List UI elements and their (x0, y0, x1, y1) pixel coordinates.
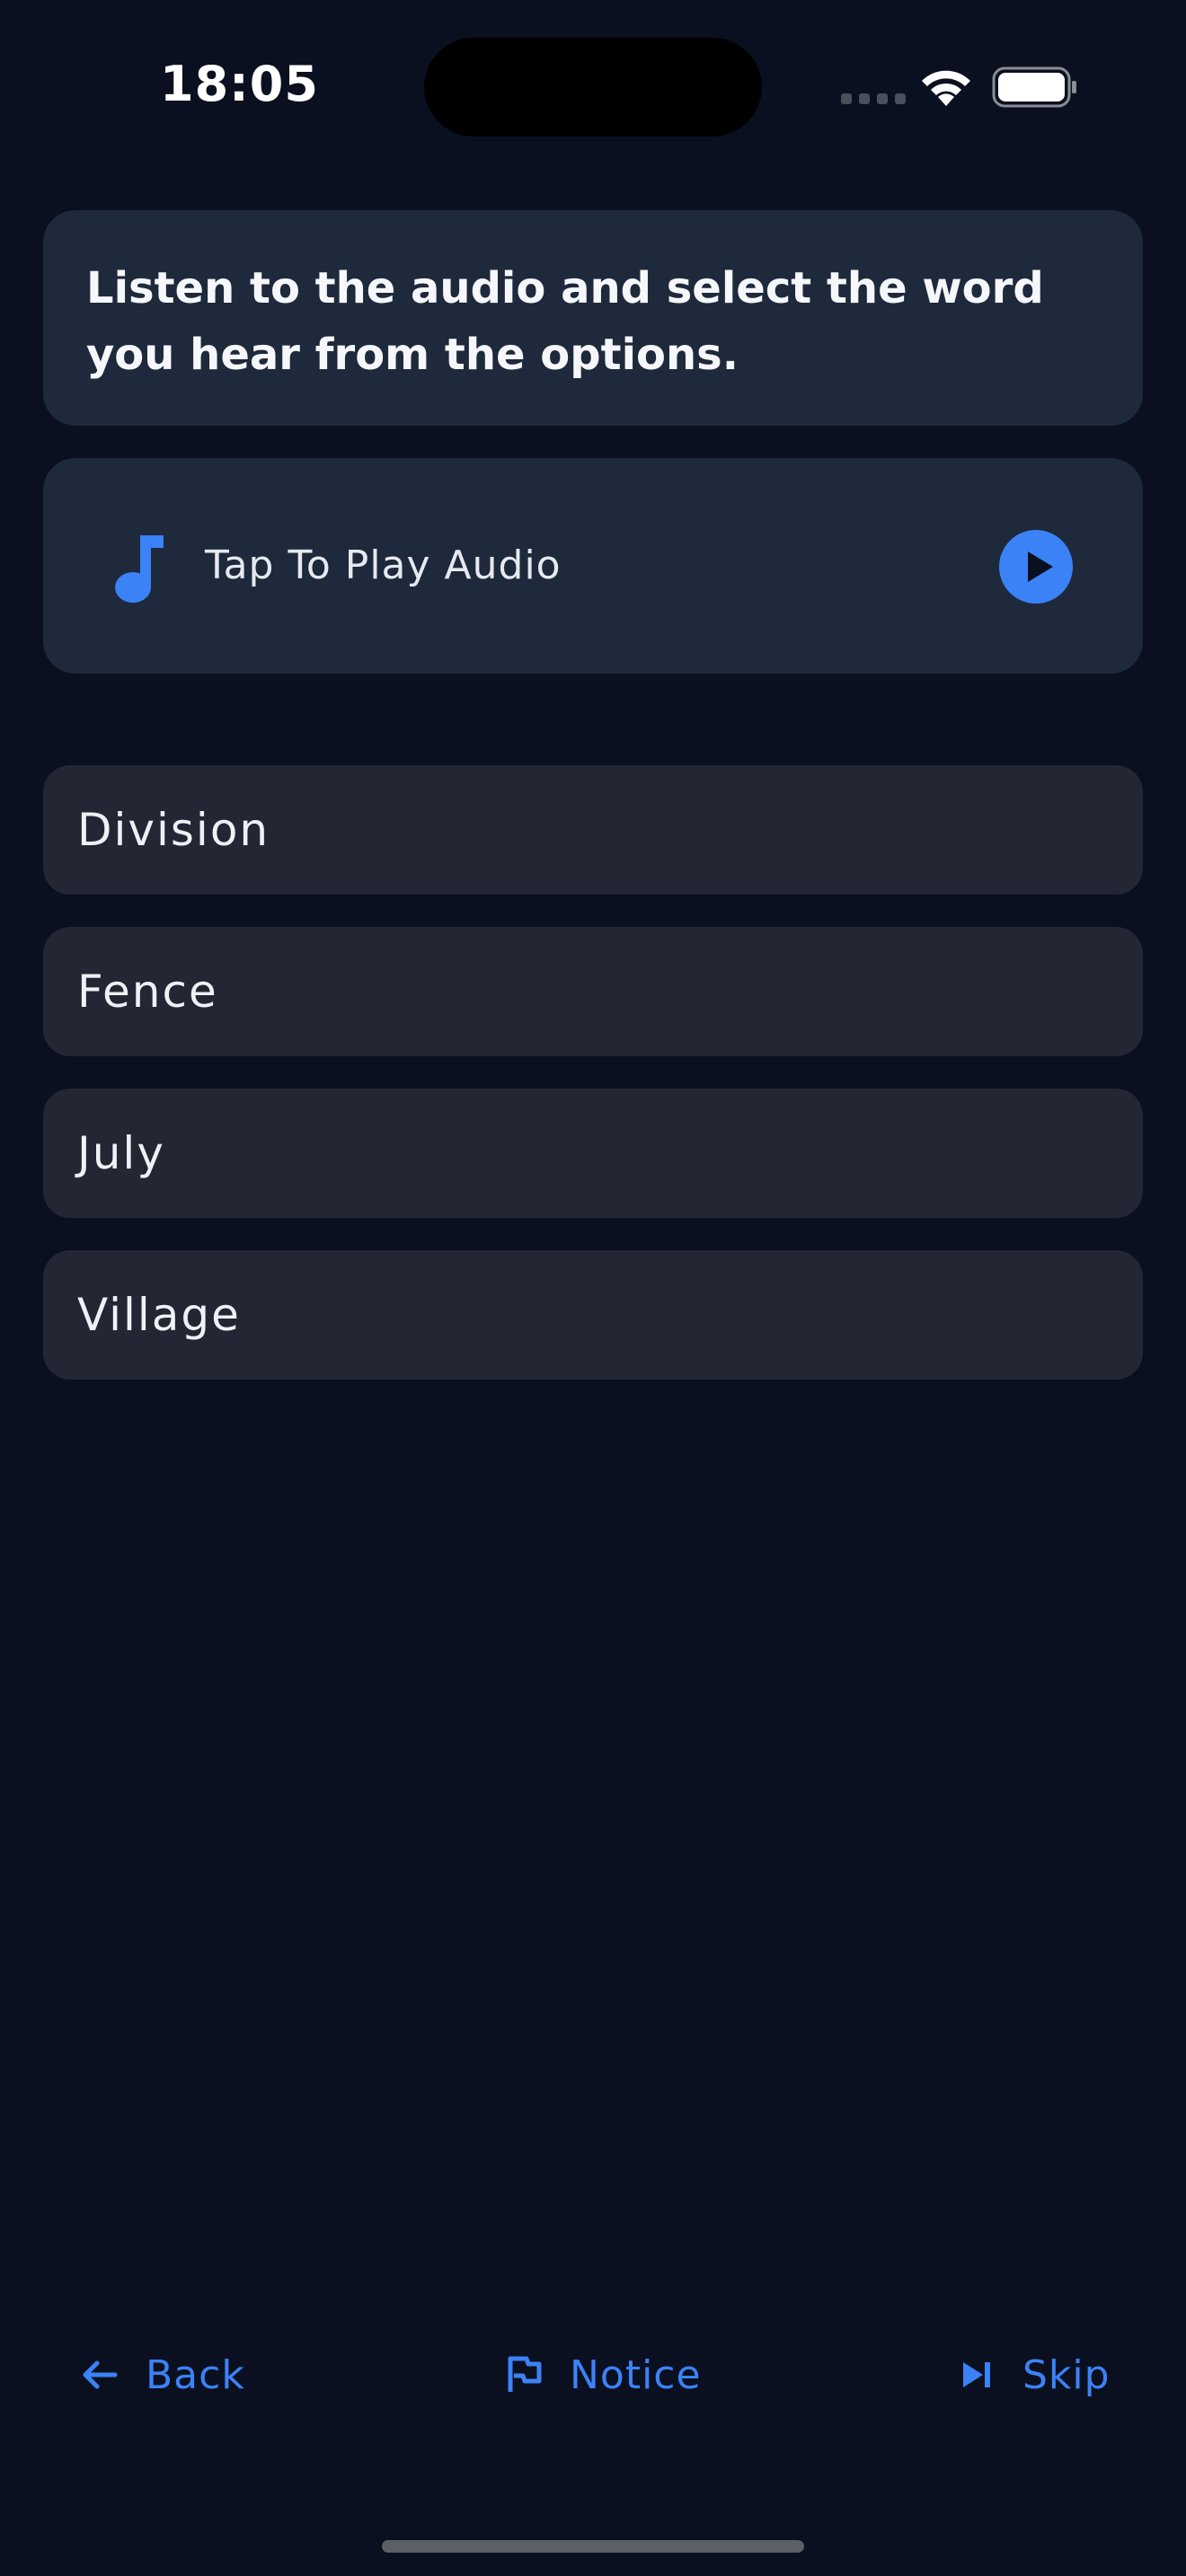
play-icon (1028, 551, 1053, 582)
option-label: Division (77, 804, 270, 856)
audio-label: Tap To Play Audio (205, 543, 562, 588)
wifi-icon (922, 70, 970, 106)
flag-icon (508, 2356, 542, 2392)
play-audio-button[interactable] (999, 530, 1073, 604)
option-label: Fence (77, 966, 218, 1018)
status-bar: 18:05 (0, 0, 1186, 171)
option-division[interactable]: Division (43, 765, 1143, 895)
music-note-icon (115, 535, 164, 603)
instruction-text: Listen to the audio and select the word … (86, 263, 1044, 380)
option-label: July (77, 1127, 165, 1179)
dynamic-island (424, 38, 762, 137)
skip-button[interactable]: Skip (956, 2339, 1111, 2411)
notice-label: Notice (570, 2351, 702, 2398)
option-fence[interactable]: Fence (43, 927, 1143, 1056)
cellular-signal-icon (841, 93, 906, 104)
option-label: Village (77, 1289, 241, 1341)
audio-player-card[interactable]: Tap To Play Audio (43, 458, 1143, 674)
arrow-left-icon (83, 2360, 118, 2389)
instruction-card: Listen to the audio and select the word … (43, 210, 1143, 426)
status-time: 18:05 (160, 56, 319, 112)
back-button[interactable]: Back (79, 2339, 245, 2411)
notice-button[interactable]: Notice (503, 2339, 702, 2411)
option-july[interactable]: July (43, 1089, 1143, 1218)
battery-icon (992, 66, 1076, 108)
skip-next-icon (963, 2362, 990, 2387)
back-label: Back (146, 2351, 245, 2398)
home-indicator (382, 2540, 804, 2553)
skip-label: Skip (1022, 2351, 1111, 2398)
option-village[interactable]: Village (43, 1250, 1143, 1380)
bottom-navigation: Back Notice Skip (0, 2339, 1186, 2411)
